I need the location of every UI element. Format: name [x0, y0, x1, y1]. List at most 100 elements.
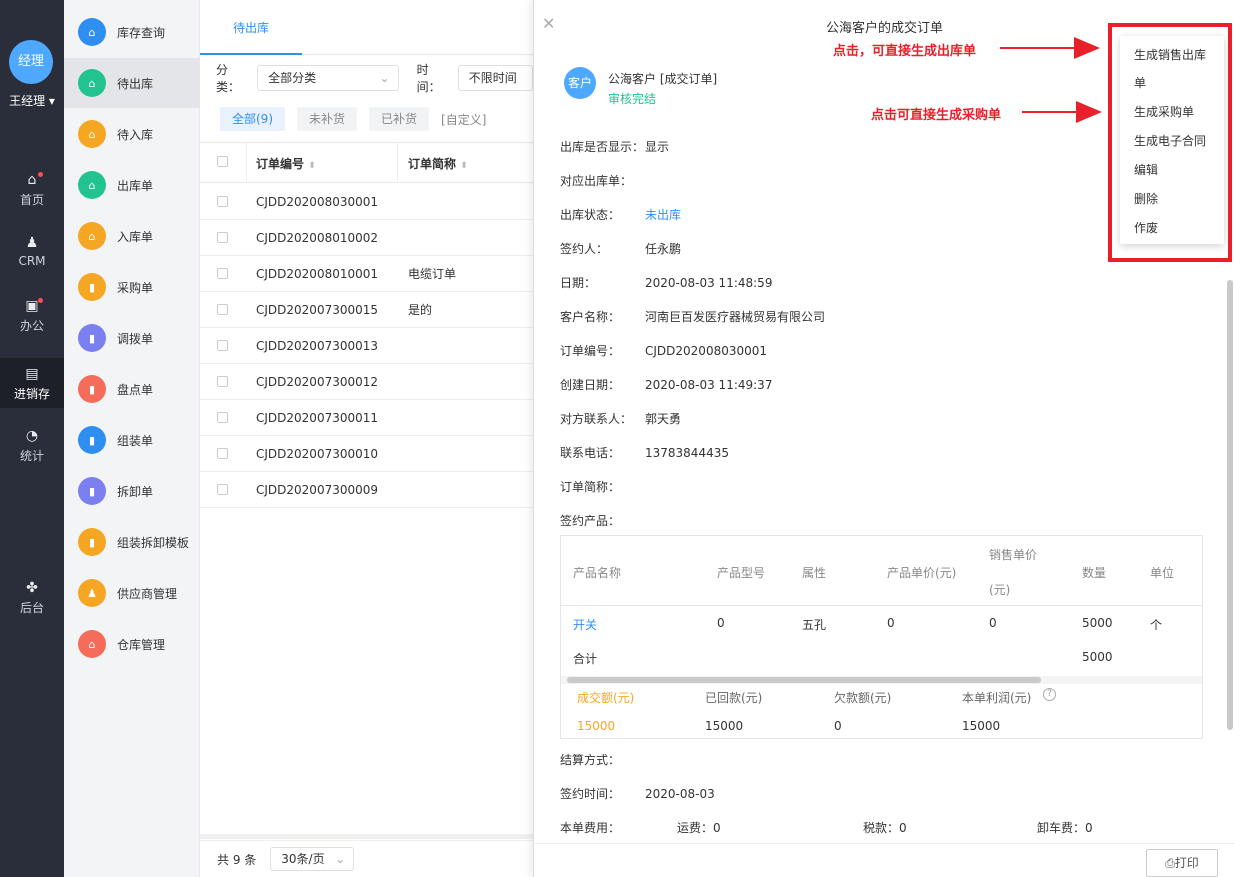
- product-quantity: 5000: [1082, 616, 1113, 630]
- time-label: 时间：: [416, 63, 441, 94]
- table-row[interactable]: CJDD202007300012: [200, 364, 533, 400]
- nav-label: 后台: [19, 601, 44, 615]
- row-checkbox[interactable]: [217, 448, 228, 459]
- order-no: CJDD202007300011: [256, 410, 379, 425]
- chip-all[interactable]: 全部(9): [220, 107, 285, 131]
- submenu-item[interactable]: ⌂ 仓库管理: [64, 619, 200, 669]
- supplier-icon: ♟: [78, 579, 106, 607]
- nav-label: 办公: [19, 319, 44, 333]
- submenu-item[interactable]: ▮ 采购单: [64, 262, 200, 312]
- submenu-label: 库存查询: [117, 25, 166, 40]
- submenu-label: 采购单: [117, 280, 154, 295]
- submenu-item[interactable]: ♟ 供应商管理: [64, 568, 200, 618]
- page-size-select[interactable]: 30条/页 ⌄: [270, 847, 355, 871]
- row-checkbox[interactable]: [217, 196, 228, 207]
- table-row[interactable]: CJDD202008010001 电缆订单: [200, 256, 533, 292]
- nav-item-inventory[interactable]: ▤ 进销存: [0, 358, 64, 408]
- col-order-no[interactable]: 订单编号 ⬍: [256, 155, 316, 172]
- unload-fee: 卸车费：0: [1037, 821, 1093, 835]
- order-no: CJDD202007300012: [256, 374, 379, 389]
- arrow-line: [1022, 111, 1078, 113]
- row-checkbox[interactable]: [217, 412, 228, 423]
- outbound-icon: ⌂: [78, 171, 106, 199]
- disassembly-icon: ▮: [78, 477, 106, 505]
- profit-label: 本单利润(元): [962, 691, 1032, 705]
- submenu-label: 出库单: [117, 178, 154, 193]
- submenu-item[interactable]: ⌂ 入库单: [64, 211, 200, 261]
- freight-fee: 运费：0: [677, 821, 721, 835]
- field-value: 任永鹏: [645, 242, 682, 256]
- submenu-item[interactable]: ⌂ 待入库: [64, 109, 200, 159]
- field-value: CJDD202008030001: [645, 344, 768, 358]
- nav-item-stats[interactable]: ◔ 统计: [0, 428, 64, 472]
- print-label: 打印: [1174, 856, 1199, 870]
- submenu-item[interactable]: ▮ 组装单: [64, 415, 200, 465]
- nav-item-home[interactable]: ⌂ 首页: [0, 172, 64, 216]
- divider: [397, 143, 398, 183]
- nav-item-crm[interactable]: ♟ CRM: [0, 235, 64, 279]
- category-select[interactable]: 全部分类 ⌄: [257, 65, 399, 91]
- col-attribute: 属性: [802, 566, 827, 580]
- row-checkbox[interactable]: [217, 304, 228, 315]
- help-icon[interactable]: ?: [1043, 688, 1056, 701]
- submenu-item[interactable]: ▮ 拆卸单: [64, 466, 200, 516]
- row-checkbox[interactable]: [217, 232, 228, 243]
- row-checkbox[interactable]: [217, 268, 228, 279]
- print-button[interactable]: ⎙打印: [1146, 849, 1218, 877]
- deal-amount-value: 15000: [577, 719, 616, 733]
- row-checkbox[interactable]: [217, 484, 228, 495]
- submenu-item[interactable]: ▮ 调拨单: [64, 313, 200, 363]
- stock-query-icon: ⌂: [78, 18, 106, 46]
- nav-item-backend[interactable]: ✤ 后台: [0, 580, 64, 624]
- row-checkbox[interactable]: [217, 340, 228, 351]
- table-row[interactable]: CJDD202008010002: [200, 220, 533, 256]
- horizontal-scrollbar[interactable]: [200, 834, 533, 839]
- panel-scrollbar[interactable]: [1227, 280, 1233, 730]
- submenu-item[interactable]: ▮ 组装拆卸模板: [64, 517, 200, 567]
- table-scrollbar[interactable]: [561, 676, 1202, 684]
- chip-not-restocked[interactable]: 未补货: [297, 107, 358, 131]
- inventory-submenu: ⌂ 库存查询 ⌂ 待出库 ⌂ 待入库 ⌂ 出库单 ⌂ 入库单 ▮ 采购单 ▮ 调拨单 ▮ 盘点单…: [64, 0, 200, 877]
- col-sale-price-unit: (元): [989, 583, 1011, 597]
- table-row[interactable]: CJDD202007300010: [200, 436, 533, 472]
- avatar[interactable]: 经理: [9, 40, 53, 84]
- field-value: 未出库: [645, 208, 682, 222]
- field-value: 河南巨百发医疗器械贸易有限公司: [645, 310, 826, 324]
- arrears-value: 0: [834, 719, 842, 733]
- divider: [534, 843, 1234, 844]
- submenu-item[interactable]: ▮ 盘点单: [64, 364, 200, 414]
- chip-restocked[interactable]: 已补货: [369, 107, 430, 131]
- nav-item-office[interactable]: ▣ 办公: [0, 298, 64, 342]
- submenu-item[interactable]: ⌂ 库存查询: [64, 7, 200, 57]
- submenu-item[interactable]: ⌂ 出库单: [64, 160, 200, 210]
- row-checkbox[interactable]: [217, 376, 228, 387]
- arrears-label: 欠款额(元): [834, 691, 892, 705]
- nav-label: 首页: [19, 193, 44, 207]
- col-product-name: 产品名称: [573, 566, 622, 580]
- backend-icon: ✤: [26, 580, 38, 596]
- user-dropdown[interactable]: 王经理 ▾: [0, 92, 64, 109]
- table-row[interactable]: CJDD202007300009: [200, 472, 533, 508]
- product-name-link[interactable]: 开关: [573, 616, 597, 633]
- submenu-item[interactable]: ⌂ 待出库: [64, 58, 200, 108]
- submenu-label: 待出库: [117, 76, 154, 91]
- col-order-name[interactable]: 订单简称 ⬍: [408, 155, 468, 172]
- table-row[interactable]: CJDD202007300015 是的: [200, 292, 533, 328]
- inbound-icon: ⌂: [78, 222, 106, 250]
- chip-custom[interactable]: [自定义]: [441, 111, 486, 128]
- submenu-label: 待入库: [117, 127, 154, 142]
- main-nav: 经理 王经理 ▾ ⌂ 首页 ♟ CRM ▣ 办公 ▤ 进销存 ◔ 统计 ✤ 后台: [0, 0, 64, 877]
- status-chips: 全部(9) 未补货 已补货 [自定义]: [220, 107, 486, 131]
- table-row[interactable]: CJDD202007300013: [200, 328, 533, 364]
- inventory-icon: ▤: [25, 366, 39, 382]
- scroll-thumb[interactable]: [567, 677, 1041, 683]
- deal-amount-label: 成交额(元): [577, 691, 635, 705]
- order-no: CJDD202008030001: [256, 194, 379, 209]
- tab-pending-out[interactable]: 待出库: [200, 0, 302, 55]
- col-unit-price: 产品单价(元): [887, 566, 957, 580]
- field-value: 2020-08-03 11:49:37: [645, 378, 773, 392]
- table-row[interactable]: CJDD202007300011: [200, 400, 533, 436]
- time-select[interactable]: 不限时间: [457, 65, 533, 91]
- table-row[interactable]: CJDD202008030001: [200, 184, 533, 220]
- select-all-checkbox[interactable]: [217, 156, 228, 167]
